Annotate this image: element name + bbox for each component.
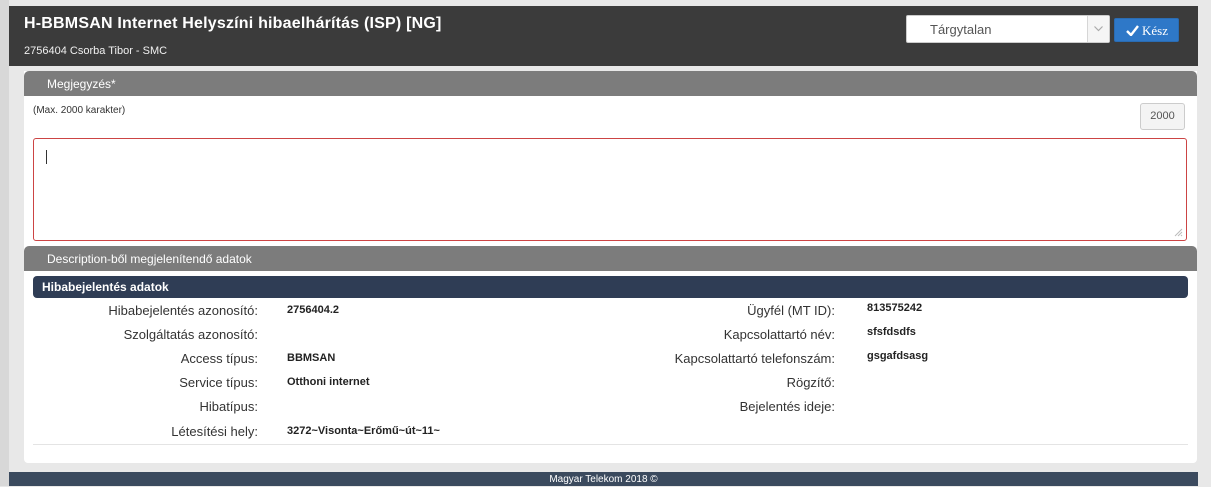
resize-grip-icon[interactable] [1174,228,1183,237]
chevron-down-icon [1094,26,1103,32]
customer-id-value: 813575242 [867,302,923,314]
install-location-value: 3272~Visonta~Erőmű~út~11~ [287,425,440,437]
recorder-label: Rögzítő: [786,375,835,390]
description-section-header: Description-ből megjelenítendő adatok [24,246,1197,271]
divider [33,444,1188,445]
customer-id-label: Ügyfél (MT ID): [747,303,835,318]
service-id-label: Szolgáltatás azonosító: [123,327,258,342]
app-header: H-BBMSAN Internet Helyszíni hibaelhárítá… [9,6,1198,66]
description-section-title: Description-ből megjelenítendő adatok [47,252,252,266]
contact-name-value: sfsfdsdfs [867,326,916,338]
text-cursor [46,150,47,164]
page-subtitle: 2756404 Csorba Tibor - SMC [24,45,168,57]
ticket-id-value: 2756404.2 [287,304,339,316]
contact-phone-label: Kapcsolattartó telefonszám: [674,351,835,366]
access-type-value: BBMSAN [287,352,336,364]
service-type-label: Service típus: [179,375,258,390]
install-location-label: Létesítési hely: [171,424,258,439]
max-char-note: (Max. 2000 karakter) [33,105,126,116]
check-icon [1126,25,1139,36]
status-select[interactable]: Tárgytalan [906,15,1110,43]
page-title: H-BBMSAN Internet Helyszíni hibaelhárítá… [24,15,442,32]
done-button[interactable]: Kész [1114,18,1179,42]
ticket-data-subheader-title: Hibabejelentés adatok [42,280,169,294]
contact-phone-value: gsgafdsasg [867,350,929,362]
note-section-header: Megjegyzés* [24,71,1197,96]
note-section-title: Megjegyzés* [47,77,116,91]
main-panel: Megjegyzés* (Max. 2000 karakter) 2000 De… [24,71,1197,463]
dropdown-toggle[interactable] [1087,16,1109,42]
done-button-label: Kész [1142,23,1168,38]
note-textarea[interactable] [33,138,1187,241]
service-type-value: Otthoni internet [287,376,370,388]
footer-text: Magyar Telekom 2018 © [549,474,658,485]
report-time-label: Bejelentés ideje: [739,399,835,414]
left-edge [0,0,9,486]
ticket-id-label: Hibabejelentés azonosító: [108,303,258,318]
ticket-data-subheader: Hibabejelentés adatok [33,276,1188,298]
footer: Magyar Telekom 2018 © [9,472,1198,486]
access-type-label: Access típus: [180,351,258,366]
status-select-value: Tárgytalan [930,22,992,37]
fault-type-label: Hibatípus: [199,399,258,414]
char-counter: 2000 [1140,103,1185,130]
contact-name-label: Kapcsolattartó név: [723,327,835,342]
